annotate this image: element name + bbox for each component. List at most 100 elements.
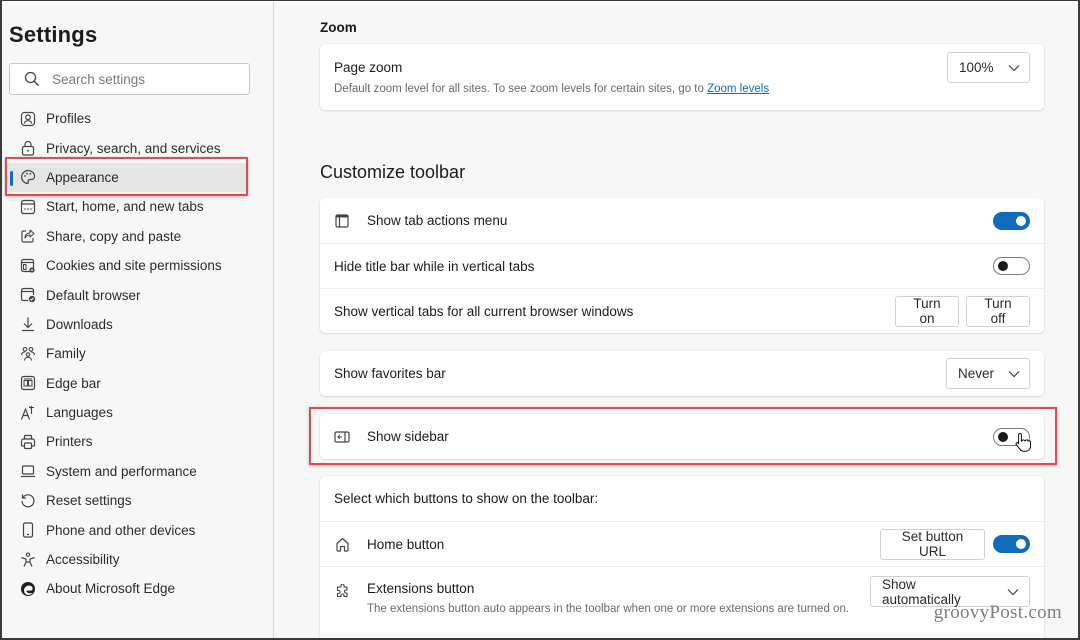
sidebar-item-phone[interactable]: Phone and other devices	[0, 515, 273, 544]
sidebar-item-languages[interactable]: Languages	[0, 398, 273, 427]
turn-on-button[interactable]: Turn on	[895, 295, 959, 327]
accessibility-icon	[20, 552, 36, 568]
tab-actions-label: Show tab actions menu	[367, 213, 508, 228]
sidebar-item-label: Family	[46, 346, 86, 362]
tabs-card: Show tab actions menu Hide title bar whi…	[320, 198, 1044, 333]
start-page-icon	[20, 199, 36, 215]
sidebar-item-start-home[interactable]: Start, home, and new tabs	[0, 192, 273, 221]
sidebar-item-label: Printers	[46, 434, 93, 450]
tab-actions-row: Show tab actions menu	[320, 198, 1044, 243]
sidebar-icon	[334, 429, 350, 445]
sidebar-item-label: Appearance	[46, 169, 119, 185]
sidebar-item-label: Share, copy and paste	[46, 228, 182, 244]
page-zoom-label: Page zoom	[334, 60, 403, 75]
sidebar-item-accessibility[interactable]: Accessibility	[0, 545, 273, 574]
search-settings-box[interactable]	[9, 63, 250, 95]
sidebar-item-label: Profiles	[46, 111, 92, 127]
sidebar-item-downloads[interactable]: Downloads	[0, 310, 273, 339]
sidebar-item-label: About Microsoft Edge	[46, 581, 176, 597]
sidebar-item-about[interactable]: About Microsoft Edge	[0, 574, 273, 603]
profile-icon	[20, 111, 36, 127]
hide-title-bar-toggle[interactable]	[993, 257, 1030, 275]
search-settings-input[interactable]	[52, 71, 222, 87]
page-zoom-dropdown[interactable]: 100%	[947, 52, 1030, 83]
sidebar-item-label: Phone and other devices	[46, 522, 196, 538]
chevron-down-icon	[1008, 370, 1020, 378]
sidebar-item-default-browser[interactable]: Default browser	[0, 280, 273, 309]
palette-icon	[20, 169, 36, 185]
tab-actions-icon	[334, 213, 350, 229]
sidebar-item-label: Cookies and site permissions	[46, 258, 222, 274]
laptop-icon	[20, 463, 36, 479]
page-zoom-description: Default zoom level for all sites. To see…	[334, 83, 947, 95]
set-button-url-button[interactable]: Set button URL	[880, 528, 985, 560]
vertical-tabs-row: Show vertical tabs for all current brows…	[320, 288, 1044, 333]
sidebar-item-appearance[interactable]: Appearance	[6, 162, 246, 193]
sidebar-item-printers[interactable]: Printers	[0, 427, 273, 456]
sidebar-item-label: System and performance	[46, 463, 197, 479]
languages-icon	[20, 405, 36, 421]
default-browser-icon	[20, 287, 36, 303]
tab-actions-toggle[interactable]	[993, 211, 1030, 230]
home-button-toggle[interactable]	[993, 535, 1030, 553]
reset-icon	[20, 493, 36, 509]
vertical-tabs-label: Show vertical tabs for all current brows…	[334, 303, 634, 319]
show-sidebar-toggle[interactable]	[993, 427, 1030, 446]
home-button-label: Home button	[367, 536, 445, 552]
cookies-icon	[20, 258, 36, 274]
select-buttons-label: Select which buttons to show on the tool…	[334, 491, 599, 506]
settings-sidebar: Settings Profiles Privacy, search, and s…	[0, 0, 274, 640]
sidebar-item-label: Languages	[46, 405, 113, 421]
edge-bar-icon	[20, 375, 36, 391]
lock-icon	[20, 140, 36, 156]
edge-logo-icon	[20, 581, 36, 597]
share-icon	[20, 228, 36, 244]
turn-off-button[interactable]: Turn off	[966, 295, 1030, 327]
settings-title: Settings	[9, 22, 98, 47]
download-icon	[20, 316, 36, 332]
select-buttons-row: Select which buttons to show on the tool…	[320, 476, 1044, 521]
sidebar-item-share[interactable]: Share, copy and paste	[0, 222, 273, 251]
sidebar-item-label: Accessibility	[46, 552, 120, 568]
extensions-button-label: Extensions button	[367, 581, 475, 596]
chevron-down-icon	[1007, 588, 1019, 596]
sidebar-item-label: Reset settings	[46, 493, 132, 509]
printer-icon	[20, 434, 36, 450]
hide-title-bar-label: Hide title bar while in vertical tabs	[334, 258, 535, 274]
extensions-button-description: The extensions button auto appears in th…	[367, 603, 850, 615]
sidebar-item-edge-bar[interactable]: Edge bar	[0, 369, 273, 398]
sidebar-item-label: Default browser	[46, 287, 141, 303]
home-button-row: Home button Set button URL	[320, 521, 1044, 566]
sidebar-item-label: Downloads	[46, 316, 113, 332]
sidebar-item-label: Start, home, and new tabs	[46, 199, 204, 215]
page-zoom-desc-text: Default zoom level for all sites. To see…	[334, 83, 704, 95]
chevron-down-icon	[1008, 64, 1020, 72]
sidebar-item-privacy[interactable]: Privacy, search, and services	[0, 133, 273, 162]
sidebar-item-label: Edge bar	[46, 375, 101, 391]
family-icon	[20, 346, 36, 362]
page-zoom-card: Page zoom Default zoom level for all sit…	[320, 44, 1044, 110]
favorites-bar-dropdown[interactable]: Never	[946, 358, 1030, 389]
show-sidebar-row: Show sidebar	[320, 414, 1044, 459]
home-icon	[334, 536, 350, 552]
settings-main: Zoom Page zoom Default zoom level for al…	[275, 0, 1080, 640]
favorites-bar-row: Show favorites bar Never	[320, 351, 1044, 396]
sidebar-item-cookies[interactable]: Cookies and site permissions	[0, 251, 273, 280]
phone-icon	[20, 522, 36, 538]
sidebar-item-family[interactable]: Family	[0, 339, 273, 368]
sidebar-item-reset[interactable]: Reset settings	[0, 486, 273, 515]
watermark-text: groovyPost.com	[933, 602, 1062, 623]
favorites-bar-label: Show favorites bar	[334, 366, 446, 381]
show-sidebar-label: Show sidebar	[367, 429, 449, 444]
search-icon	[24, 71, 40, 87]
customize-toolbar-heading: Customize toolbar	[320, 162, 466, 182]
favorites-bar-value: Never	[958, 366, 995, 381]
sidebar-item-label: Privacy, search, and services	[46, 140, 221, 156]
sidebar-item-system[interactable]: System and performance	[0, 457, 273, 486]
hide-title-bar-row: Hide title bar while in vertical tabs	[320, 243, 1044, 288]
sidebar-item-profiles[interactable]: Profiles	[0, 104, 273, 133]
zoom-heading: Zoom	[320, 20, 357, 35]
page-zoom-row: Page zoom Default zoom level for all sit…	[320, 44, 1044, 110]
zoom-levels-link[interactable]: Zoom levels	[707, 83, 769, 95]
favorites-bar-card: Show favorites bar Never	[320, 351, 1044, 396]
